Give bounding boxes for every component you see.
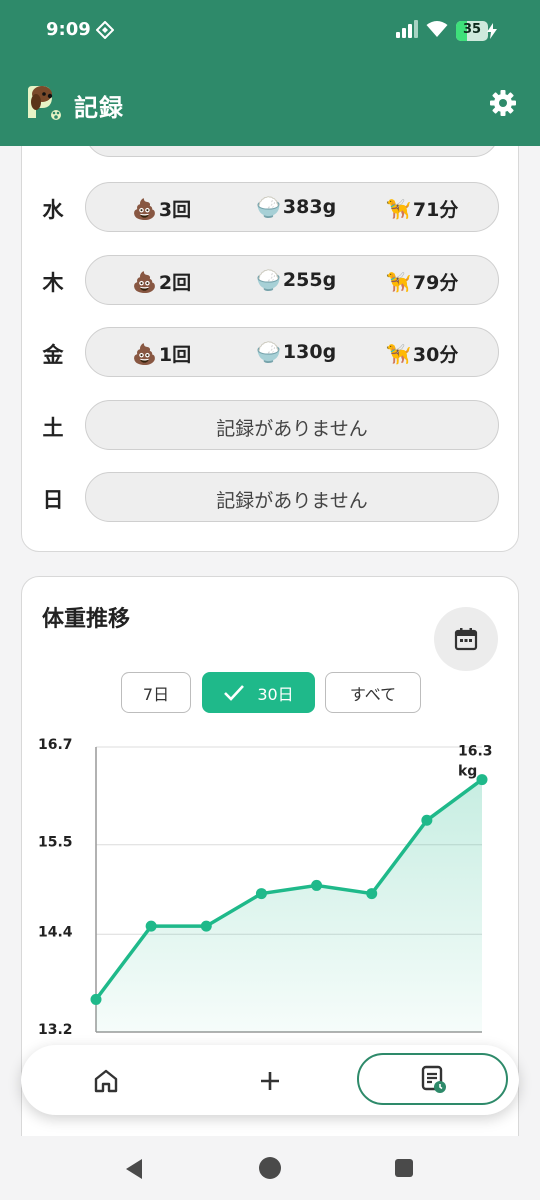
status-time: 9:09 <box>46 19 91 40</box>
day-row-sun[interactable]: 日 記録がありません <box>22 472 520 522</box>
status-bar: 9:09 35 <box>0 0 540 62</box>
wifi-icon <box>426 20 448 42</box>
scroll-content[interactable]: 火 水 💩3回 🍚383g 🦮71分 木 💩2回 🍚255g 🦮79分 金 💩1… <box>0 146 540 1136</box>
no-record-text: 記録がありません <box>216 418 368 440</box>
bottom-navigation <box>21 1045 519 1115</box>
day-label: 日 <box>42 488 64 512</box>
page-title: 記録 <box>74 94 124 122</box>
range-all-button[interactable]: すべて <box>325 672 421 713</box>
system-navigation-bar <box>0 1138 540 1200</box>
last-value-label: 16.3 <box>458 744 493 760</box>
day-row-sat[interactable]: 土 記録がありません <box>22 400 520 450</box>
data-point <box>311 879 323 891</box>
poop-count: 💩 1回 <box>132 341 192 367</box>
day-summary-pill[interactable]: 記録がありません <box>85 400 499 450</box>
day-label: 木 <box>42 271 64 295</box>
y-tick-label: 15.5 <box>38 835 73 851</box>
data-point <box>476 774 488 786</box>
day-summary-pill[interactable] <box>85 146 499 157</box>
day-summary-pill[interactable]: 記録がありません <box>85 472 499 522</box>
day-label: 火 <box>42 146 64 149</box>
weight-trend-title: 体重推移 <box>42 607 131 632</box>
poop-icon: 💩 <box>132 196 157 221</box>
app-bar: 記録 <box>0 62 540 146</box>
day-summary-pill[interactable]: 💩 3回 🍚 383g 🦮 71分 <box>85 182 499 232</box>
nav-history-button[interactable] <box>357 1053 508 1105</box>
day-summary-pill[interactable]: 💩 2回 🍚 255g 🦮 79分 <box>85 255 499 305</box>
history-icon <box>421 1065 446 1093</box>
back-icon[interactable] <box>122 1157 146 1185</box>
cast-icon <box>95 20 115 43</box>
food-amount: 🍚 130g <box>256 340 337 364</box>
day-row-tue[interactable]: 火 <box>22 146 520 157</box>
day-summary-pill[interactable]: 💩 1回 🍚 130g 🦮 30分 <box>85 327 499 377</box>
recent-apps-icon[interactable] <box>395 1159 413 1177</box>
data-point <box>200 920 212 932</box>
walk-duration: 🦮 30分 <box>386 341 459 367</box>
data-point <box>145 920 157 932</box>
status-icons: 35 <box>396 20 497 42</box>
poop-icon: 💩 <box>132 341 157 366</box>
calendar-button[interactable] <box>434 607 498 671</box>
battery-level: 35 <box>462 22 482 37</box>
poop-icon: 💩 <box>132 269 157 294</box>
data-point <box>90 993 102 1005</box>
y-tick-label: 13.2 <box>38 1022 73 1038</box>
day-label: 金 <box>42 343 64 367</box>
battery-icon: 35 <box>456 21 497 41</box>
range-7d-button[interactable]: 7日 <box>121 672 191 713</box>
weekly-summary-card: 火 水 💩3回 🍚383g 🦮71分 木 💩2回 🍚255g 🦮79分 金 💩1… <box>21 146 519 552</box>
dog-icon: 🦮 <box>386 196 411 221</box>
check-icon <box>224 684 245 701</box>
app-logo <box>22 82 64 126</box>
day-label: 土 <box>42 416 64 440</box>
nav-add-icon[interactable] <box>255 1066 285 1096</box>
settings-gear-icon[interactable] <box>488 88 518 118</box>
walk-duration: 🦮 71分 <box>386 196 459 222</box>
data-point <box>421 814 433 826</box>
poop-count: 💩 3回 <box>132 196 192 222</box>
day-row-wed[interactable]: 水 💩 3回 🍚 383g 🦮 71分 <box>22 182 520 232</box>
calendar-icon <box>454 628 478 651</box>
y-tick-label: 16.7 <box>38 737 73 753</box>
food-amount: 🍚 255g <box>256 268 337 292</box>
data-point <box>366 888 378 900</box>
poop-count: 💩 2回 <box>132 269 192 295</box>
day-label: 水 <box>42 198 64 222</box>
signal-icon <box>396 20 418 42</box>
dog-icon: 🦮 <box>386 341 411 366</box>
dog-icon: 🦮 <box>386 269 411 294</box>
no-record-text: 記録がありません <box>216 490 368 512</box>
range-30d-button[interactable]: 30日 <box>202 672 315 713</box>
nav-home-icon[interactable] <box>91 1066 121 1096</box>
walk-duration: 🦮 79分 <box>386 269 459 295</box>
day-row-thu[interactable]: 木 💩 2回 🍚 255g 🦮 79分 <box>22 255 520 305</box>
unit-label: kg <box>458 764 477 780</box>
data-point <box>255 888 267 900</box>
rice-bowl-icon: 🍚 <box>256 340 281 364</box>
y-tick-label: 14.4 <box>38 924 73 940</box>
rice-bowl-icon: 🍚 <box>256 195 281 219</box>
day-row-fri[interactable]: 金 💩 1回 🍚 130g 🦮 30分 <box>22 327 520 377</box>
food-amount: 🍚 383g <box>256 195 337 219</box>
home-circle-icon[interactable] <box>259 1157 281 1179</box>
rice-bowl-icon: 🍚 <box>256 268 281 292</box>
